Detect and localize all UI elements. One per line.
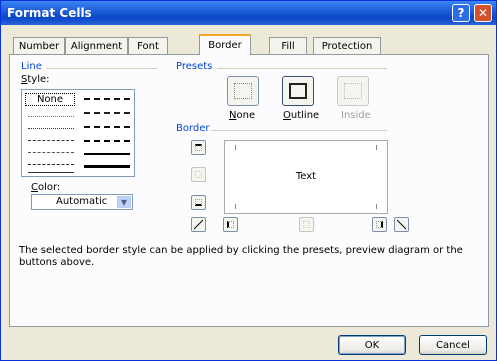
border-preview[interactable]: Text	[224, 140, 388, 214]
line-style-medium-dash-dot-dot[interactable]	[84, 98, 130, 100]
border-bottom-button[interactable]	[191, 195, 206, 210]
preview-corner-tr	[376, 145, 381, 150]
tab-number[interactable]: Number	[13, 37, 65, 54]
border-right-icon	[376, 221, 383, 228]
line-style-dash-dot[interactable]	[28, 152, 74, 153]
line-style-thin[interactable]	[28, 172, 74, 173]
border-inside-horizontal-icon	[195, 171, 202, 178]
line-style-thick[interactable]	[84, 165, 130, 168]
chevron-down-icon[interactable]: ▼	[117, 196, 131, 208]
close-icon: ✕	[477, 6, 489, 20]
preset-none-button[interactable]	[227, 76, 259, 106]
preview-text: Text	[295, 171, 317, 182]
presets-group-divider	[217, 68, 387, 69]
preset-none-label: None	[229, 110, 256, 121]
preview-corner-tl	[231, 145, 236, 150]
preset-none-icon	[234, 83, 252, 99]
preset-outline-button[interactable]	[282, 76, 314, 106]
border-diagonal-up-button[interactable]	[191, 217, 206, 232]
style-label: Style:	[21, 74, 50, 85]
help-button[interactable]: ?	[452, 4, 470, 22]
line-style-none[interactable]: None	[25, 93, 75, 106]
color-value: Automatic	[56, 196, 108, 207]
line-style-medium-dash-dot[interactable]	[84, 126, 130, 128]
tab-border[interactable]: Border	[199, 34, 251, 55]
line-group-divider	[47, 68, 157, 69]
border-inside-vertical-button[interactable]	[299, 217, 314, 232]
line-style-slanted-dash-dot[interactable]	[84, 112, 130, 114]
line-style-hair[interactable]	[28, 116, 74, 117]
border-inside-horizontal-button[interactable]	[191, 167, 206, 182]
color-dropdown[interactable]: Automatic ▼	[31, 194, 133, 210]
preview-corner-br	[376, 204, 381, 209]
border-inside-vertical-icon	[303, 221, 310, 228]
preview-corner-bl	[231, 204, 236, 209]
preset-outline-icon	[289, 83, 307, 99]
tab-protection[interactable]: Protection	[313, 37, 381, 54]
presets-group-title: Presets	[176, 61, 213, 72]
tab-alignment[interactable]: Alignment	[65, 37, 128, 54]
line-style-medium-dashed[interactable]	[84, 140, 130, 142]
cancel-button[interactable]: Cancel	[419, 335, 487, 355]
ok-button[interactable]: OK	[338, 335, 406, 355]
line-style-dash-dot-dot[interactable]	[28, 140, 74, 141]
preset-inside-icon	[344, 83, 362, 99]
border-diagonal-down-button[interactable]	[394, 217, 409, 232]
diagonal-down-icon	[396, 219, 407, 230]
tab-fill[interactable]: Fill	[269, 37, 307, 54]
color-label: Color:	[31, 182, 61, 193]
border-group-title: Border	[176, 123, 210, 134]
close-button[interactable]: ✕	[474, 4, 492, 22]
description-text: The selected border style can be applied…	[19, 245, 463, 268]
border-group-divider	[211, 130, 387, 131]
preset-inside-label: Inside	[341, 110, 371, 121]
line-group-title: Line	[21, 61, 42, 72]
line-style-dashed[interactable]	[28, 164, 74, 165]
format-cells-dialog: Format Cells ? ✕ Number Alignment Font B…	[0, 0, 497, 361]
title-bar[interactable]: Format Cells ? ✕	[1, 1, 496, 25]
border-left-button[interactable]	[223, 217, 238, 232]
dialog-title: Format Cells	[7, 6, 92, 20]
tab-font[interactable]: Font	[128, 37, 168, 54]
border-bottom-icon	[195, 199, 202, 206]
line-style-list[interactable]: None	[21, 89, 135, 177]
line-style-dotted[interactable]	[28, 128, 74, 129]
border-right-button[interactable]	[372, 217, 387, 232]
preset-inside-button[interactable]	[337, 76, 369, 106]
border-top-button[interactable]	[191, 140, 206, 155]
preset-outline-label: Outline	[283, 110, 320, 121]
diagonal-up-icon	[193, 219, 204, 230]
border-top-icon	[195, 144, 202, 151]
line-style-medium[interactable]	[84, 153, 130, 155]
border-left-icon	[227, 221, 234, 228]
